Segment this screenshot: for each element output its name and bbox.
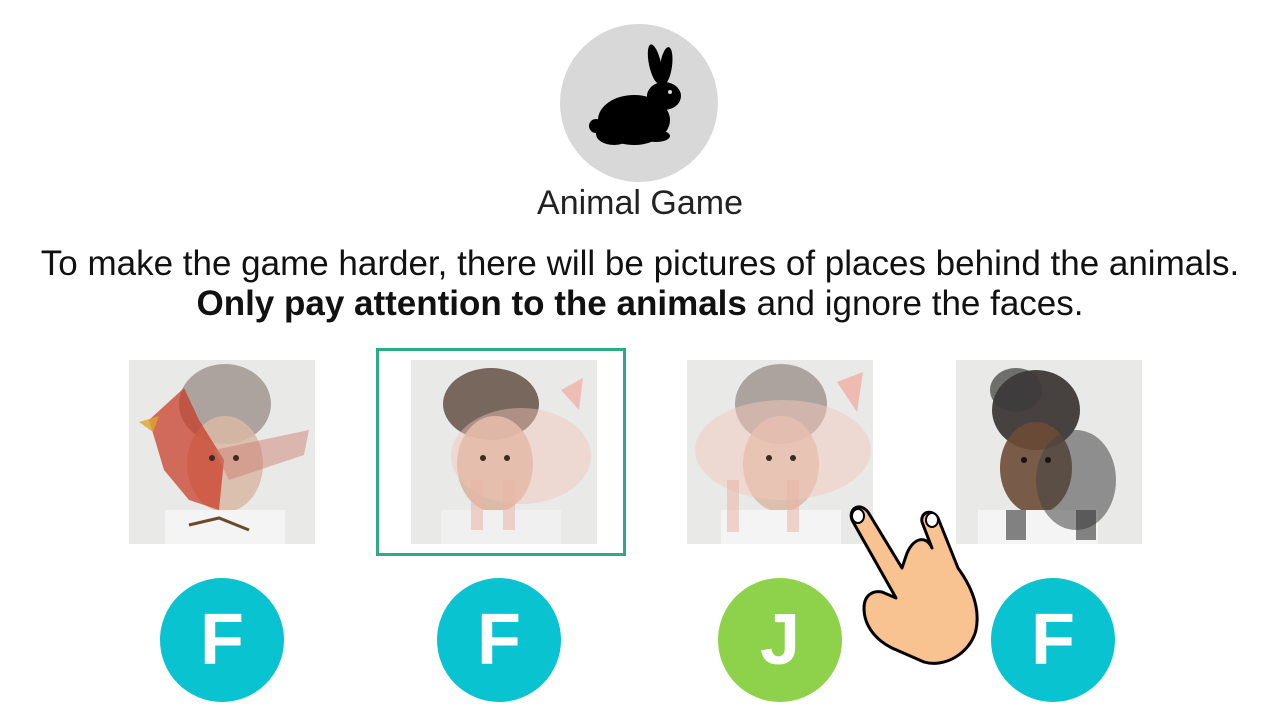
key-button-f-3[interactable]: F (991, 578, 1115, 702)
trial-image-pig-man (411, 360, 597, 544)
instructions-part1: To make the game harder, there will be p… (40, 244, 1240, 283)
trial-image-cardinal (129, 360, 315, 544)
pig-face-composite (441, 368, 591, 544)
game-title: Animal Game (537, 184, 743, 222)
instructions-emphasis: Only pay attention to the animals (196, 284, 747, 323)
key-button-f-1[interactable]: F (160, 578, 284, 702)
pointing-hand-icon (840, 498, 1000, 675)
game-screen: Animal Game To make the game harder, the… (0, 0, 1280, 720)
key-button-f-2[interactable]: F (437, 578, 561, 702)
cardinal-face-composite (139, 364, 309, 544)
instructions-part2: and ignore the faces. (756, 284, 1084, 323)
instructions-text: To make the game harder, there will be p… (40, 244, 1240, 324)
key-button-j[interactable]: J (718, 578, 842, 702)
rabbit-icon (589, 44, 681, 145)
game-icon-circle (560, 24, 718, 182)
